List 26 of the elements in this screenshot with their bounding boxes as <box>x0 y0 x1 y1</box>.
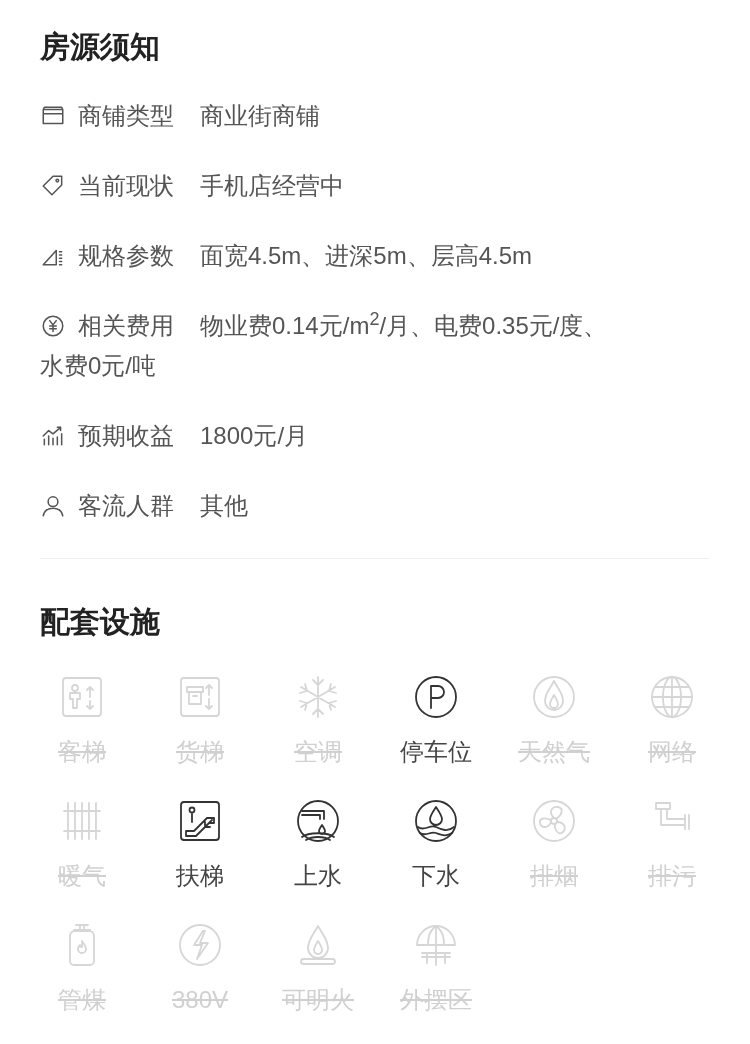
lightning-icon <box>176 921 224 969</box>
info-value: 手机店经营中 <box>200 172 344 199</box>
info-value: 水费0元/吨 <box>40 352 156 379</box>
section-title: 房源须知 <box>40 29 161 65</box>
info-label: 商铺类型 <box>78 102 174 129</box>
info-value: 商业街商铺 <box>200 102 320 129</box>
facility-label: 扶梯 <box>176 861 224 891</box>
info-label: 客流人群 <box>78 492 174 519</box>
parking-icon <box>412 673 460 721</box>
info-label: 相关费用 <box>78 312 174 339</box>
info-value: 面宽4.5m、进深5m、层高4.5m <box>200 242 533 269</box>
fan-icon <box>530 797 578 845</box>
facility-label: 停车位 <box>400 737 472 767</box>
info-value: 物业费0.14元/m$^{2}$/月、电费0.35元/度、 <box>200 312 608 339</box>
info-value: 1800元/月 <box>200 422 309 449</box>
info-label: 当前现状 <box>78 172 174 199</box>
section-title: 配套设施 <box>40 604 161 640</box>
facility-label: 下水 <box>412 861 460 891</box>
water-drop-icon <box>412 797 460 845</box>
info-label: 预期收益 <box>78 422 174 449</box>
globe-icon <box>648 673 696 721</box>
faucet-icon <box>294 797 342 845</box>
facility-label: 上水 <box>294 861 342 891</box>
flame-icon <box>530 673 578 721</box>
info-value: 其他 <box>200 492 248 519</box>
info-label: 规格参数 <box>78 242 174 269</box>
